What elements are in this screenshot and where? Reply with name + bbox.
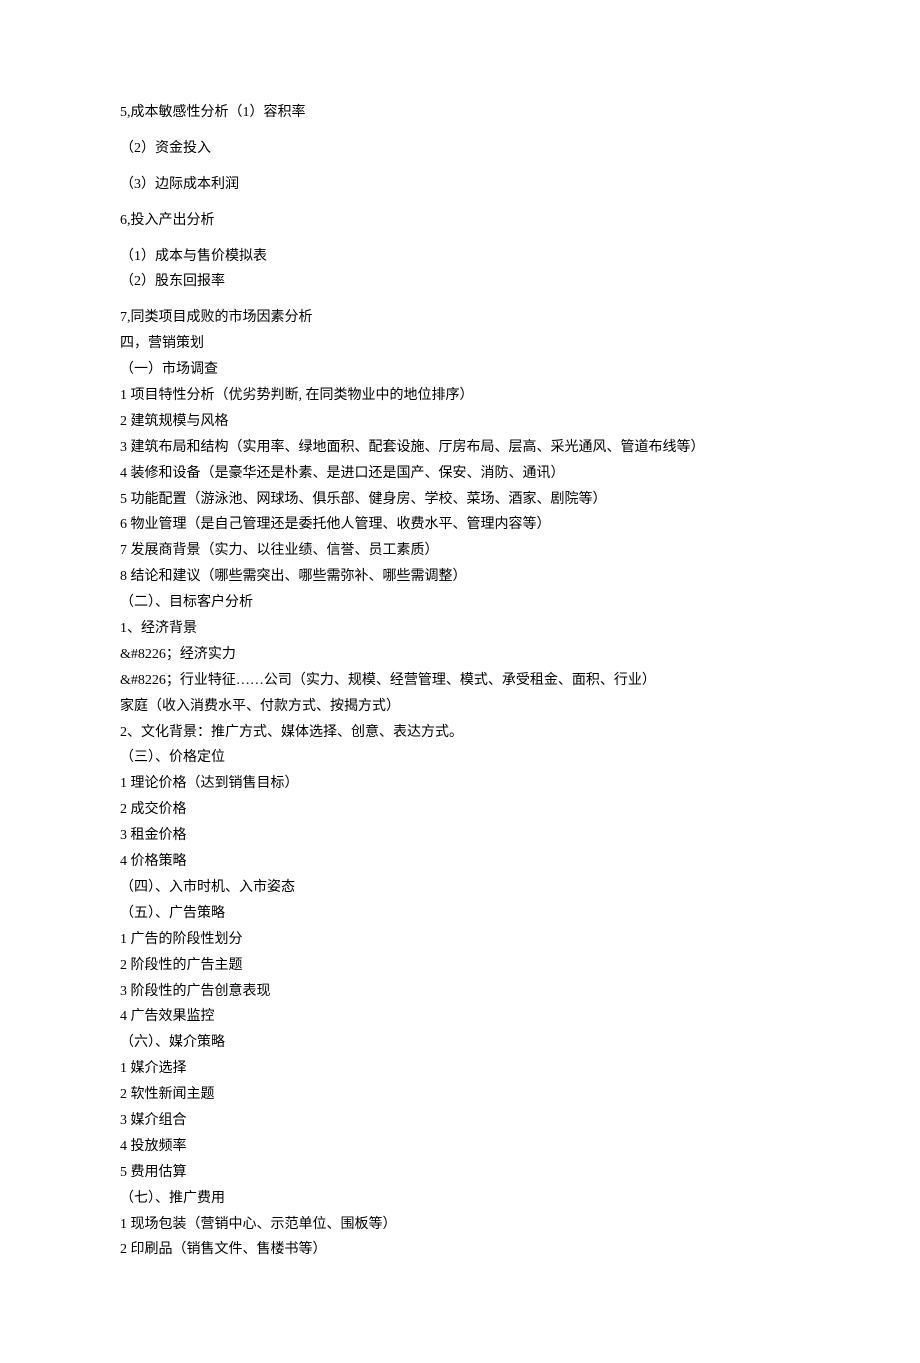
document-line: 6 物业管理（是自己管理还是委托他人管理、收费水平、管理内容等）: [120, 512, 800, 538]
document-line: 4 装修和设备（是豪华还是朴素、是进口还是国产、保安、消防、通讯）: [120, 461, 800, 487]
document-line: 3 租金价格: [120, 823, 800, 849]
document-line: 2 软性新闻主题: [120, 1082, 800, 1108]
document-line: （2）资金投入: [120, 136, 800, 162]
document-line: 7 发展商背景（实力、以往业绩、信誉、员工素质）: [120, 538, 800, 564]
document-line: 1 项目特性分析（优劣势判断, 在同类物业中的地位排序）: [120, 383, 800, 409]
document-line: 5 费用估算: [120, 1160, 800, 1186]
document-line: （四）、入市时机、入市姿态: [120, 875, 800, 901]
document-line: &#8226；行业特征……公司（实力、规模、经营管理、模式、承受租金、面积、行业…: [120, 668, 800, 694]
document-line: 2、文化背景：推广方式、媒体选择、创意、表达方式。: [120, 720, 800, 746]
document-line: 1 现场包装（营销中心、示范单位、围板等）: [120, 1212, 800, 1238]
document-line: 2 印刷品（销售文件、售楼书等）: [120, 1237, 800, 1263]
document-line: （2）股东回报率: [120, 269, 800, 295]
document-line: 3 建筑布局和结构（实用率、绿地面积、配套设施、厅房布局、层高、采光通风、管道布…: [120, 435, 800, 461]
document-line: 7,同类项目成败的市场因素分析: [120, 305, 800, 331]
document-line: 5 功能配置（游泳池、网球场、俱乐部、健身房、学校、菜场、酒家、剧院等）: [120, 487, 800, 513]
document-line: 1、经济背景: [120, 616, 800, 642]
document-line: （七）、推广费用: [120, 1186, 800, 1212]
document-line: 1 广告的阶段性划分: [120, 927, 800, 953]
document-line: 5,成本敏感性分析（1）容积率: [120, 100, 800, 126]
document-line: 4 投放频率: [120, 1134, 800, 1160]
document-line: 8 结论和建议（哪些需突出、哪些需弥补、哪些需调整）: [120, 564, 800, 590]
document-line: （1）成本与售价模拟表: [120, 244, 800, 270]
document-line: 家庭（收入消费水平、付款方式、按揭方式）: [120, 694, 800, 720]
document-line: （3）边际成本利润: [120, 172, 800, 198]
document-line: 1 理论价格（达到销售目标）: [120, 771, 800, 797]
document-line: （一）市场调查: [120, 357, 800, 383]
document-line: &#8226；经济实力: [120, 642, 800, 668]
document-line: 3 媒介组合: [120, 1108, 800, 1134]
document-line: 4 广告效果监控: [120, 1004, 800, 1030]
document-line: （六）、媒介策略: [120, 1030, 800, 1056]
document-line: 4 价格策略: [120, 849, 800, 875]
document-line: 四，营销策划: [120, 331, 800, 357]
document-line: 3 阶段性的广告创意表现: [120, 979, 800, 1005]
document-line: 2 成交价格: [120, 797, 800, 823]
document-line: （二）、目标客户分析: [120, 590, 800, 616]
document-line: 2 建筑规模与风格: [120, 409, 800, 435]
document-line: 6,投入产出分析: [120, 208, 800, 234]
document-body: 5,成本敏感性分析（1）容积率 （2）资金投入 （3）边际成本利润 6,投入产出分析 （…: [120, 100, 800, 1263]
document-line: （五）、广告策略: [120, 901, 800, 927]
document-line: 1 媒介选择: [120, 1056, 800, 1082]
document-line: 2 阶段性的广告主题: [120, 953, 800, 979]
document-line: （三）、价格定位: [120, 745, 800, 771]
